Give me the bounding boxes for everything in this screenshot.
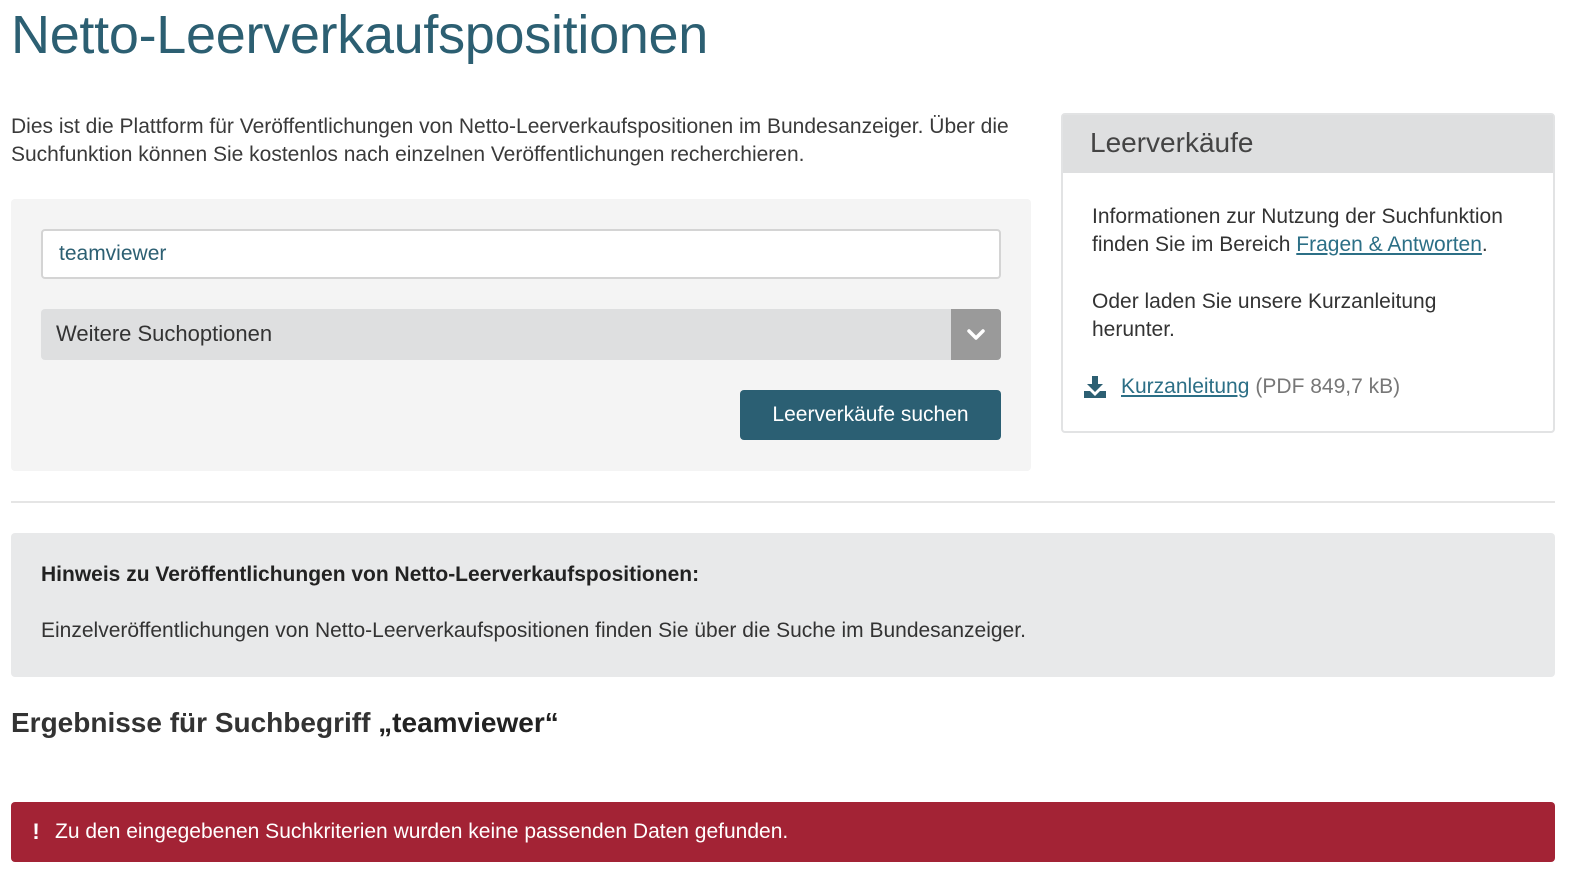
guide-info-text: Oder laden Sie unsere Kurzanleitung heru… <box>1092 290 1437 341</box>
faq-info-end: . <box>1481 233 1488 256</box>
no-results-alert: ! Zu den eingegebenen Suchkriterien wurd… <box>11 802 1555 862</box>
intro-text: Dies ist die Plattform für Veröffentlich… <box>11 115 1009 166</box>
notice-title: Hinweis zu Veröffentlichungen von Netto-… <box>41 563 700 586</box>
section-divider <box>11 501 1555 503</box>
more-search-options-toggle[interactable]: Weitere Suchoptionen <box>41 309 1001 360</box>
notice-box: Hinweis zu Veröffentlichungen von Netto-… <box>11 533 1555 677</box>
download-row: Kurzanleitung (PDF 849,7 kB) <box>1083 373 1524 401</box>
chevron-down-icon[interactable] <box>951 309 1001 360</box>
results-term: „teamviewer“ <box>378 707 559 738</box>
download-file-meta: (PDF 849,7 kB) <box>1255 375 1401 398</box>
no-results-message: Zu den eingegebenen Suchkriterien wurden… <box>55 820 789 843</box>
more-search-options-label: Weitere Suchoptionen <box>56 321 273 346</box>
page-title: Netto-Leerverkaufspositionen <box>11 5 709 65</box>
exclamation-icon: ! <box>32 819 40 844</box>
search-shortsales-button[interactable]: Leerverkäufe suchen <box>740 390 1001 440</box>
search-panel: Weitere Suchoptionen Leerverkäufe suchen <box>11 199 1031 471</box>
shortsales-info-card: Leerverkäufe Informationen zur Nutzung d… <box>1061 113 1555 433</box>
faq-link[interactable]: Fragen & Antworten <box>1296 233 1482 256</box>
search-input[interactable] <box>41 229 1001 279</box>
notice-text: Einzelveröffentlichungen von Netto-Leerv… <box>41 619 1026 642</box>
info-card-title: Leerverkäufe <box>1063 115 1553 173</box>
download-icon[interactable] <box>1083 375 1107 399</box>
results-heading: Ergebnisse für Suchbegriff „teamviewer“ <box>11 707 559 739</box>
info-card-body: Informationen zur Nutzung der Suchfunkti… <box>1063 173 1553 401</box>
results-prefix: Ergebnisse für Suchbegriff <box>11 707 379 738</box>
download-guide-link[interactable]: Kurzanleitung <box>1121 373 1249 401</box>
chevron-down-icon-svg <box>967 328 985 340</box>
faq-info-paragraph: Informationen zur Nutzung der Suchfunkti… <box>1092 203 1524 259</box>
page: Netto-Leerverkaufspositionen Dies ist di… <box>0 0 1584 886</box>
